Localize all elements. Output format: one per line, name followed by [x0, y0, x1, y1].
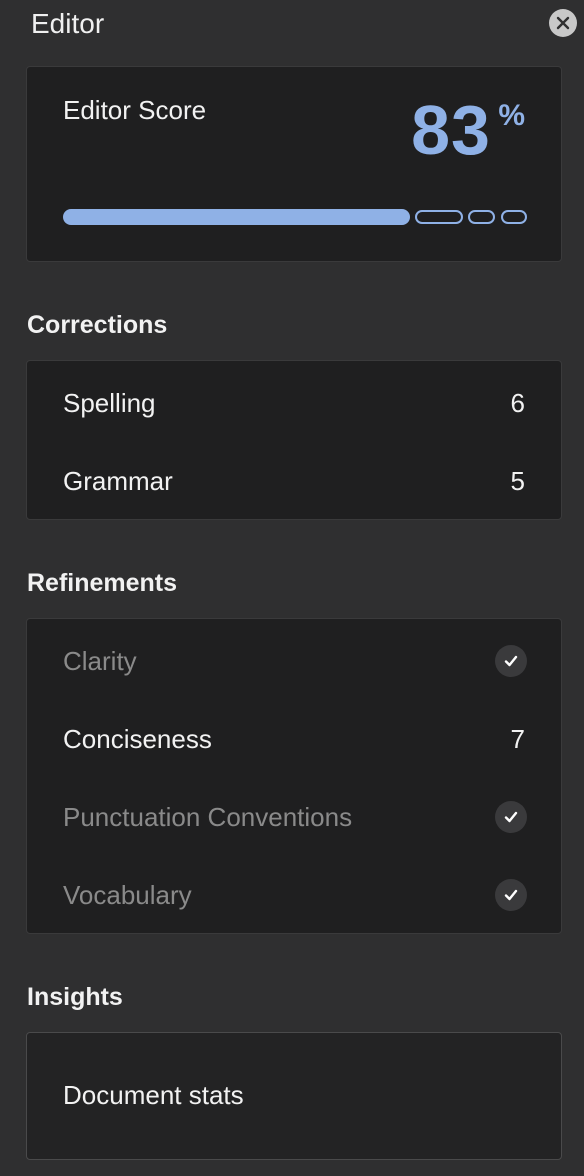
refinement-item-conciseness[interactable]: Conciseness 7 — [63, 719, 525, 759]
pane-title: Editor — [31, 8, 105, 39]
insight-item-document-stats[interactable]: Document stats — [63, 1075, 525, 1115]
refinement-label: Vocabulary — [63, 879, 192, 910]
editor-score-card[interactable]: Editor Score 83 % — [26, 66, 562, 262]
correction-label: Grammar — [63, 465, 173, 496]
corrections-heading: Corrections — [27, 311, 168, 339]
close-icon — [556, 16, 570, 30]
score-progress-segment — [415, 210, 463, 224]
checkmark-icon — [495, 801, 527, 833]
refinement-item-punctuation[interactable]: Punctuation Conventions — [63, 797, 527, 837]
correction-label: Spelling — [63, 387, 156, 418]
refinement-count: 7 — [510, 723, 525, 754]
score-progress-bar — [63, 209, 527, 225]
correction-item-grammar[interactable]: Grammar 5 — [63, 461, 525, 501]
score-progress-segment — [501, 210, 527, 224]
refinement-label: Conciseness — [63, 723, 212, 754]
refinements-heading: Refinements — [27, 569, 178, 597]
checkmark-icon — [495, 879, 527, 911]
refinement-label: Clarity — [63, 645, 137, 676]
checkmark-icon — [495, 645, 527, 677]
score-progress-segment — [468, 210, 495, 224]
refinement-item-vocabulary[interactable]: Vocabulary — [63, 875, 527, 915]
correction-count: 6 — [510, 387, 525, 418]
editor-score-value: 83 — [411, 91, 491, 169]
refinements-card: Clarity Conciseness 7 Punctuation Conven… — [26, 618, 562, 934]
close-button[interactable] — [549, 9, 577, 37]
insights-card: Document stats — [26, 1032, 562, 1160]
refinement-item-clarity[interactable]: Clarity — [63, 641, 527, 681]
insights-heading: Insights — [27, 983, 123, 1011]
correction-item-spelling[interactable]: Spelling 6 — [63, 383, 525, 423]
refinement-label: Punctuation Conventions — [63, 801, 353, 832]
editor-score-label: Editor Score — [63, 95, 207, 125]
editor-pane: Editor Editor Score 83 % Corrections Spe… — [0, 0, 584, 1176]
insight-label: Document stats — [63, 1079, 244, 1110]
correction-count: 5 — [510, 465, 525, 496]
score-progress-fill — [63, 209, 410, 225]
pane-header: Editor — [31, 4, 584, 44]
corrections-card: Spelling 6 Grammar 5 — [26, 360, 562, 520]
editor-score-unit: % — [498, 99, 525, 132]
